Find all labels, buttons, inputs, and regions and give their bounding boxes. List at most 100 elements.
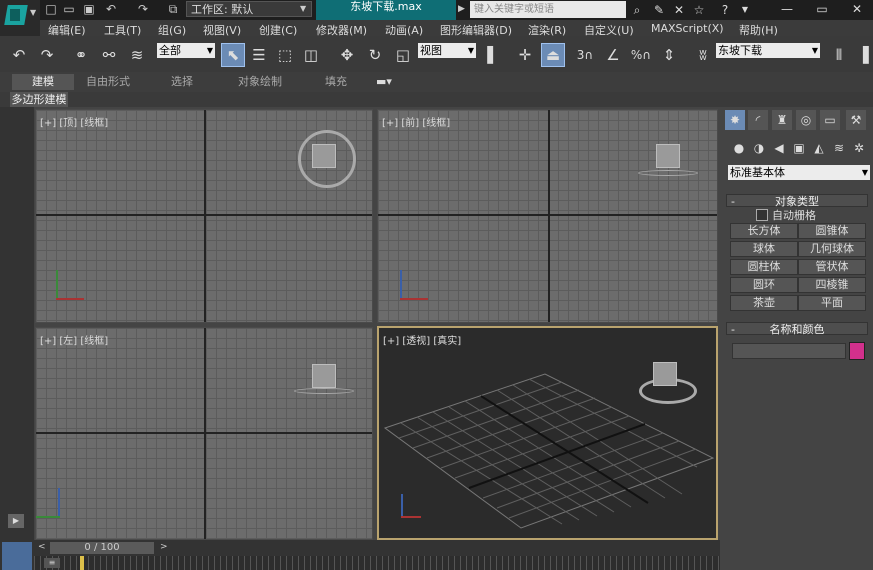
selection-filter-dropdown[interactable]: 全部 ▼ <box>157 43 215 58</box>
object-type-rollup[interactable]: - 对象类型 <box>726 194 868 208</box>
undo-icon[interactable]: ↶ <box>8 44 30 66</box>
systems-category-icon[interactable]: ✲ <box>850 139 868 157</box>
viewcube-icon[interactable] <box>656 144 680 168</box>
rectangular-selection-icon[interactable]: ⬚ <box>274 44 296 66</box>
geosphere-button[interactable]: 几何球体 <box>798 241 866 257</box>
named-selection-dropdown[interactable]: 东坡下载 ▼ <box>716 43 820 58</box>
geometry-category-icon[interactable]: ● <box>730 139 748 157</box>
spinner-snap-icon[interactable]: ⇕ <box>658 44 680 66</box>
ribbon-tab-selection[interactable]: 选择 <box>160 74 204 90</box>
sphere-button[interactable]: 球体 <box>730 241 798 257</box>
save-file-icon[interactable]: ▣ <box>82 2 96 16</box>
title-expand-icon[interactable]: ▶ <box>458 4 465 14</box>
edit-named-selection-icon[interactable]: ʬ <box>692 44 714 66</box>
select-and-manipulate-icon[interactable]: ✛ <box>514 44 536 66</box>
hierarchy-tab-icon[interactable]: ♜ <box>772 110 792 130</box>
keyboard-shortcut-override-icon[interactable]: ⏏ <box>541 43 565 67</box>
align-icon[interactable]: ▐ <box>852 44 873 66</box>
undo-quick-icon[interactable]: ↶ <box>104 2 118 16</box>
menu-maxscript[interactable]: MAXScript(X) <box>651 22 724 35</box>
workspace-dropdown-arrow-icon[interactable]: ▼ <box>300 1 312 17</box>
communication-center-icon[interactable]: ✕ <box>670 1 688 19</box>
viewport-top[interactable]: [+] [顶] [线框] <box>35 109 373 323</box>
workspace-dropdown[interactable]: 工作区: 默认 <box>186 1 312 17</box>
ribbon-options-icon[interactable]: ▬▾ <box>372 74 396 90</box>
object-category-dropdown[interactable]: 标准基本体 ▼ <box>728 165 870 180</box>
redo-quick-icon[interactable]: ↷ <box>136 2 150 16</box>
select-object-icon[interactable]: ⬉ <box>221 43 245 67</box>
viewport-perspective[interactable]: [+] [透视] [真实] <box>377 326 718 540</box>
plane-button[interactable]: 平面 <box>798 295 866 311</box>
subscription-key-icon[interactable]: ✎ <box>650 1 668 19</box>
autogrid-checkbox[interactable] <box>756 209 768 221</box>
ribbon-tab-freeform[interactable]: 自由形式 <box>80 74 136 90</box>
viewcube-icon[interactable] <box>653 362 677 386</box>
select-by-name-icon[interactable]: ☰ <box>248 44 270 66</box>
time-next-icon[interactable]: > <box>160 542 168 552</box>
ribbon-tab-object-paint[interactable]: 对象绘制 <box>230 74 290 90</box>
help-dropdown-icon[interactable]: ▼ <box>736 1 754 19</box>
percent-snap-icon[interactable]: %∩ <box>630 44 652 66</box>
torus-button[interactable]: 圆环 <box>730 277 798 293</box>
named-selection-value: 东坡下载 <box>718 44 762 57</box>
object-color-swatch[interactable] <box>849 342 865 360</box>
close-button[interactable]: ✕ <box>840 0 873 18</box>
helpers-category-icon[interactable]: ◭ <box>810 139 828 157</box>
left-strip <box>0 107 34 570</box>
viewcube-icon[interactable] <box>312 144 336 168</box>
cone-button[interactable]: 圆锥体 <box>798 223 866 239</box>
ribbon-tab-modeling[interactable]: 建模 <box>12 74 74 90</box>
expand-ribbon-icon[interactable]: ▶ <box>8 514 24 528</box>
favorites-star-icon[interactable]: ☆ <box>690 1 708 19</box>
lights-category-icon[interactable]: ◀ <box>770 139 788 157</box>
select-and-rotate-icon[interactable]: ↻ <box>364 44 386 66</box>
curve-editor-icon[interactable]: ≡ <box>44 558 60 568</box>
viewcube-icon[interactable] <box>312 364 336 388</box>
unlink-selection-icon[interactable]: ⚯ <box>98 44 120 66</box>
name-and-color-rollup[interactable]: - 名称和颜色 <box>726 322 868 336</box>
object-name-input[interactable] <box>732 343 846 359</box>
spacewarps-category-icon[interactable]: ≋ <box>830 139 848 157</box>
search-input[interactable]: 键入关键字或短语 <box>470 1 626 18</box>
binoculars-icon[interactable]: ⌕ <box>628 1 646 19</box>
box-button[interactable]: 长方体 <box>730 223 798 239</box>
shapes-category-icon[interactable]: ◑ <box>750 139 768 157</box>
modify-tab-icon[interactable]: ◜ <box>748 110 768 130</box>
viewport-left[interactable]: [+] [左] [线框] <box>35 327 373 540</box>
viewport-layout-icon[interactable] <box>2 542 32 570</box>
minimize-button[interactable]: — <box>770 0 804 18</box>
viewport-front[interactable]: [+] [前] [线框] <box>377 109 718 323</box>
angle-snap-icon[interactable]: ∠ <box>602 44 624 66</box>
bind-to-space-warp-icon[interactable]: ≋ <box>126 44 148 66</box>
time-prev-icon[interactable]: < <box>38 542 46 552</box>
project-folder-icon[interactable]: ⧉ <box>166 2 180 16</box>
new-file-icon[interactable]: □ <box>44 2 58 16</box>
select-and-move-icon[interactable]: ✥ <box>336 44 358 66</box>
grid-axis-vertical <box>548 110 550 322</box>
utilities-tab-icon[interactable]: ⚒ <box>846 110 866 130</box>
select-and-scale-icon[interactable]: ◱ <box>392 44 414 66</box>
reference-coordinate-dropdown[interactable]: 视图 ▼ <box>418 43 476 58</box>
mirror-icon[interactable]: ⫴ <box>828 44 850 66</box>
polygon-modeling-panel[interactable]: 多边形建模 <box>10 92 68 107</box>
app-logo-button[interactable]: ▼ <box>0 0 40 36</box>
tube-button[interactable]: 管状体 <box>798 259 866 275</box>
teapot-button[interactable]: 茶壶 <box>730 295 798 311</box>
help-button[interactable]: ? <box>716 1 734 19</box>
cylinder-button[interactable]: 圆柱体 <box>730 259 798 275</box>
pyramid-button[interactable]: 四棱锥 <box>798 277 866 293</box>
maximize-button[interactable]: ▭ <box>805 0 839 18</box>
open-file-icon[interactable]: ▭ <box>62 2 76 16</box>
display-tab-icon[interactable]: ▭ <box>820 110 840 130</box>
time-slider[interactable]: 0 / 100 <box>50 542 154 554</box>
select-and-link-icon[interactable]: ⚭ <box>70 44 92 66</box>
snaps-toggle-icon[interactable]: 3∩ <box>574 44 596 66</box>
pivot-center-icon[interactable]: ▌ <box>482 44 504 66</box>
create-tab-icon[interactable]: ✸ <box>725 110 745 130</box>
redo-icon[interactable]: ↷ <box>36 44 58 66</box>
ribbon-tab-populate[interactable]: 填充 <box>316 74 356 90</box>
window-crossing-icon[interactable]: ◫ <box>300 44 322 66</box>
track-bar[interactable] <box>34 556 720 570</box>
cameras-category-icon[interactable]: ▣ <box>790 139 808 157</box>
motion-tab-icon[interactable]: ◎ <box>796 110 816 130</box>
